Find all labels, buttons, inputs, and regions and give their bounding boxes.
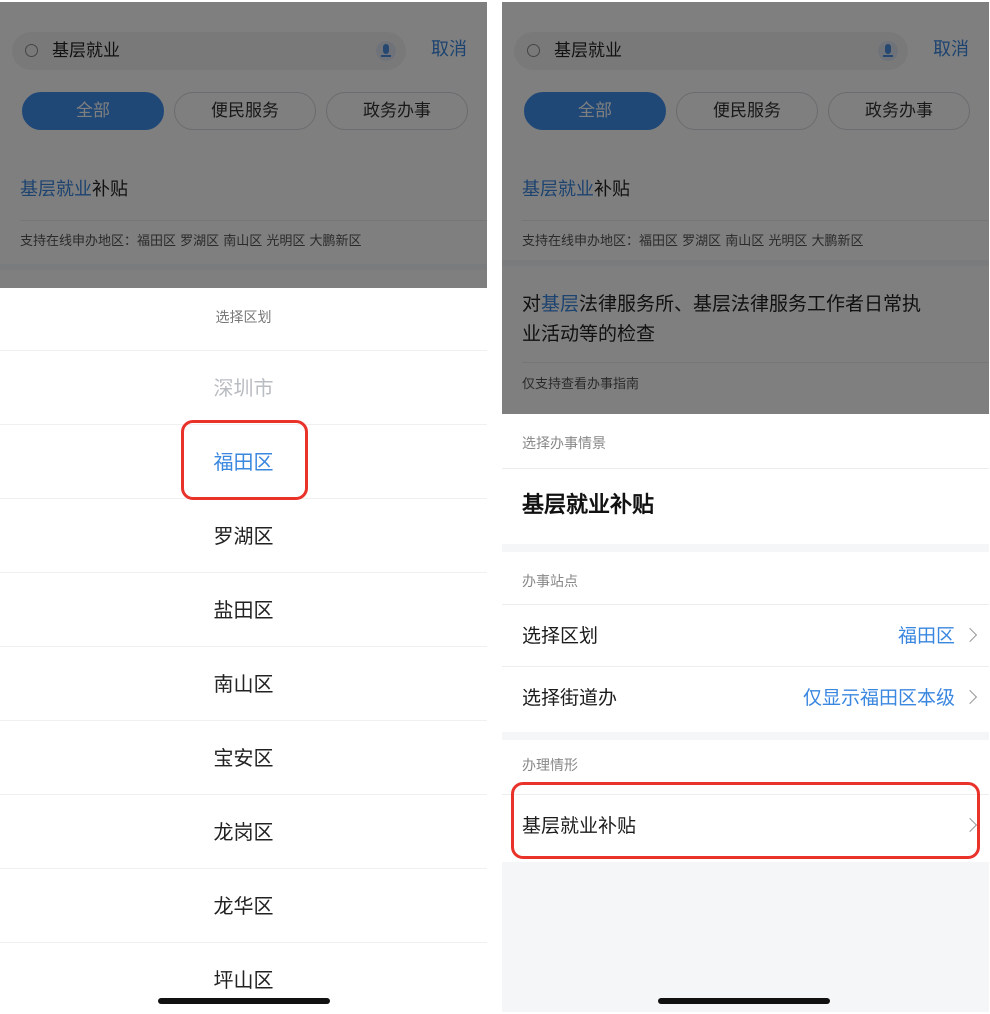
- result-title: 对基层法律服务所、基层法律服务工作者日常执: [522, 293, 922, 315]
- district-option-longhua[interactable]: 龙华区: [0, 868, 487, 942]
- tab-all[interactable]: 全部: [22, 92, 164, 130]
- district-option-nanshan[interactable]: 南山区: [0, 646, 487, 720]
- chevron-right-icon: [962, 689, 978, 705]
- select-street-office-row[interactable]: 选择街道办 仅显示福田区本级: [502, 666, 989, 728]
- district-option-luohu[interactable]: 罗湖区: [0, 498, 487, 572]
- result-item[interactable]: 基层就业补贴 支持在线申办地区：福田区 罗湖区 南山区 光明区 大鹏新区: [0, 154, 487, 264]
- result-subtitle: 支持在线申办地区：福田区 罗湖区 南山区 光明区 大鹏新区: [20, 234, 362, 249]
- search-header: 基层就业 取消 全部 便民服务 政务办事: [0, 2, 487, 154]
- select-district-value: 福田区: [897, 625, 955, 647]
- microphone-icon[interactable]: [878, 41, 898, 61]
- select-street-office-value: 仅显示福田区本级: [802, 687, 955, 709]
- select-street-office-label: 选择街道办: [522, 687, 618, 709]
- district-option-shenzhen[interactable]: 深圳市: [0, 350, 487, 424]
- search-query: 基层就业: [52, 41, 120, 61]
- home-indicator: [158, 998, 330, 1004]
- select-district-row[interactable]: 选择区划 福田区: [502, 604, 989, 666]
- phone-screen-right: 基层就业 取消 全部 便民服务 政务办事 基层就业补贴 支持在线申办地区：福田区…: [502, 2, 989, 1012]
- result-title: 基层就业补贴: [522, 179, 630, 200]
- search-icon: [25, 44, 38, 57]
- cancel-button[interactable]: 取消: [933, 38, 969, 62]
- search-icon: [527, 44, 540, 57]
- search-input[interactable]: 基层就业: [12, 32, 406, 70]
- service-options-sheet: 选择办事情景 基层就业补贴 办事站点 选择区划 福田区 选择街道办 仅显示福田区…: [502, 414, 989, 1012]
- result-item[interactable]: 对基层法律服务所、基层法律服务工作者日常执 业活动等的检查 仅支持查看办事指南: [502, 266, 989, 416]
- filter-tabs: 全部 便民服务 政务办事: [22, 92, 468, 130]
- cancel-button[interactable]: 取消: [431, 38, 467, 62]
- section-label-situation: 办理情形: [522, 758, 578, 774]
- search-query: 基层就业: [554, 41, 622, 61]
- result-item[interactable]: 基层就业补贴 支持在线申办地区：福田区 罗湖区 南山区 光明区 大鹏新区: [502, 154, 989, 260]
- result-title-line2: 业活动等的检查: [522, 323, 656, 345]
- filter-tabs: 全部 便民服务 政务办事: [524, 92, 970, 130]
- phone-screen-left: 基层就业 取消 全部 便民服务 政务办事 基层就业补贴 支持在线申办地区：福田区…: [0, 2, 487, 1012]
- select-district-label: 选择区划: [522, 625, 599, 647]
- scenario-title: 基层就业补贴: [522, 493, 655, 518]
- tab-all[interactable]: 全部: [524, 92, 666, 130]
- tab-government-affairs[interactable]: 政务办事: [326, 92, 468, 130]
- section-label-station: 办事站点: [522, 574, 578, 590]
- search-input[interactable]: 基层就业: [514, 32, 908, 70]
- tab-convenience-services[interactable]: 便民服务: [174, 92, 316, 130]
- highlight-box: [511, 782, 980, 859]
- result-subtitle: 支持在线申办地区：福田区 罗湖区 南山区 光明区 大鹏新区: [522, 234, 864, 249]
- district-picker-sheet: 选择区划 深圳市 福田区 罗湖区 盐田区 南山区 宝安区 龙岗区 龙华区 坪山区: [0, 288, 487, 1012]
- result-subtitle: 仅支持查看办事指南: [522, 377, 640, 392]
- sheet-title: 选择区划: [215, 310, 272, 326]
- chevron-right-icon: [962, 627, 978, 643]
- district-option-baoan[interactable]: 宝安区: [0, 720, 487, 794]
- station-section: 办事站点 选择区划 福田区 选择街道办 仅显示福田区本级: [502, 552, 989, 732]
- district-option-yantian[interactable]: 盐田区: [0, 572, 487, 646]
- section-label-scenario: 选择办事情景: [522, 436, 606, 452]
- district-option-longgang[interactable]: 龙岗区: [0, 794, 487, 868]
- search-header: 基层就业 取消 全部 便民服务 政务办事: [502, 2, 989, 154]
- tab-convenience-services[interactable]: 便民服务: [676, 92, 818, 130]
- result-title: 基层就业补贴: [20, 179, 128, 200]
- scenario-section: 选择办事情景 基层就业补贴: [502, 414, 989, 544]
- highlight-box: [181, 420, 308, 500]
- home-indicator: [658, 998, 830, 1004]
- tab-government-affairs[interactable]: 政务办事: [828, 92, 970, 130]
- microphone-icon[interactable]: [376, 41, 396, 61]
